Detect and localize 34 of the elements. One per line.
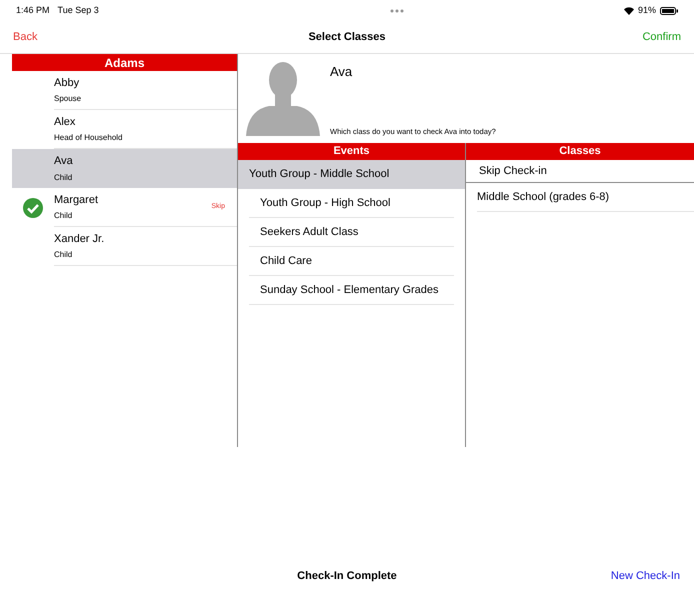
class-row[interactable]: Middle School (grades 6-8) bbox=[477, 183, 694, 212]
new-check-in-button[interactable]: New Check-In bbox=[560, 568, 680, 584]
family-header: Adams bbox=[12, 54, 237, 71]
person-name: Ava bbox=[330, 63, 354, 81]
member-row[interactable]: Abby Spouse bbox=[12, 71, 237, 110]
member-name: Abby bbox=[54, 76, 80, 91]
event-row[interactable]: Youth Group - High School bbox=[249, 189, 454, 218]
member-name: Xander Jr. bbox=[54, 232, 106, 247]
status-date: Tue Sep 3 bbox=[58, 4, 99, 18]
class-row[interactable]: Skip Check-in bbox=[466, 160, 694, 183]
events-header: Events bbox=[238, 143, 465, 160]
more-dots-icon bbox=[390, 9, 404, 13]
member-role: Child bbox=[54, 249, 74, 262]
event-row[interactable]: Child Care bbox=[249, 247, 454, 276]
screen-title: Select Classes bbox=[308, 30, 386, 46]
member-name: Alex bbox=[54, 114, 76, 130]
event-row[interactable]: Youth Group - Middle School bbox=[238, 160, 465, 189]
battery-percent: 91% bbox=[638, 4, 656, 18]
wifi-icon bbox=[624, 7, 634, 15]
member-name: Ava bbox=[54, 154, 74, 170]
status-time: 1:46 PM bbox=[16, 4, 50, 18]
completion-status: Check-In Complete bbox=[296, 568, 398, 584]
member-role: Head of Household bbox=[54, 132, 124, 144]
member-role: Child bbox=[54, 172, 74, 184]
member-row[interactable]: Ava Child bbox=[12, 149, 237, 188]
member-row[interactable]: Xander Jr. Child bbox=[12, 227, 237, 266]
battery-icon bbox=[660, 7, 678, 15]
member-name: Margaret bbox=[54, 192, 100, 208]
event-row[interactable]: Sunday School - Elementary Grades bbox=[249, 276, 454, 305]
member-role: Child bbox=[54, 210, 74, 222]
back-button[interactable]: Back bbox=[13, 29, 73, 46]
event-row[interactable]: Seekers Adult Class bbox=[249, 218, 454, 247]
classes-header: Classes bbox=[466, 143, 694, 160]
member-role: Spouse bbox=[54, 93, 82, 106]
